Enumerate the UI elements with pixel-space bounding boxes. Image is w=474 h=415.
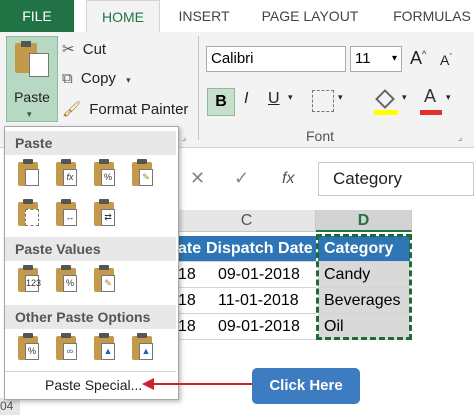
header-cell-dispatch-date[interactable]: Dispatch Date <box>204 236 316 262</box>
cut-button[interactable]: ✂ Cut <box>62 40 106 58</box>
format-painter-icon: 🖌 <box>62 101 82 118</box>
table-cell[interactable]: 18 <box>178 288 204 314</box>
font-name-value: Calibri <box>211 50 254 67</box>
cancel-icon[interactable]: ✕ <box>190 168 205 189</box>
pointer-arrow <box>142 378 252 390</box>
paste-formulas-icon[interactable]: fx <box>53 159 81 189</box>
fill-color-icon[interactable] <box>374 89 398 116</box>
cut-label: Cut <box>82 41 107 58</box>
other-paste-options-header: Other Paste Options <box>5 305 176 329</box>
table-cell[interactable]: 09-01-2018 <box>204 262 316 288</box>
copy-button[interactable]: ⧉ Copy ▾ <box>62 70 131 87</box>
chevron-down-icon[interactable]: ▾ <box>446 92 451 103</box>
paste-icon[interactable] <box>15 159 43 189</box>
page-icon <box>29 53 49 77</box>
table-cell[interactable]: 18 <box>178 262 204 288</box>
chevron-down-icon[interactable]: ▾ <box>288 92 293 103</box>
ribbon-tab-bar: FILE HOME INSERT PAGE LAYOUT FORMULAS <box>0 0 474 33</box>
paste-special-menu-item[interactable]: Paste Special... <box>45 377 142 393</box>
paste-picture-icon[interactable]: ▲ <box>91 333 119 363</box>
keep-source-formatting-icon[interactable]: ✎ <box>129 159 157 189</box>
enter-icon[interactable]: ✓ <box>234 168 249 189</box>
table-cell[interactable]: 09-01-2018 <box>204 314 316 340</box>
header-cell-partial[interactable]: ate <box>178 236 204 262</box>
insert-function-icon[interactable]: fx <box>282 170 294 188</box>
format-painter-button[interactable]: 🖌 Format Painter <box>62 100 188 118</box>
tab-insert[interactable]: INSERT <box>170 0 238 32</box>
borders-icon[interactable] <box>312 90 334 112</box>
linked-picture-icon[interactable]: ▲ <box>129 333 157 363</box>
dialog-launcher-icon[interactable]: ⌟ <box>458 132 462 143</box>
bold-button[interactable]: B <box>207 88 235 116</box>
keep-column-widths-icon[interactable]: ↔ <box>53 199 81 229</box>
no-borders-icon[interactable] <box>15 199 43 229</box>
decrease-font-icon[interactable]: Aˇ <box>440 52 452 68</box>
chevron-down-icon: ▾ <box>126 75 131 85</box>
font-size-value: 11 <box>355 50 371 67</box>
increase-font-icon[interactable]: A^ <box>410 48 426 69</box>
tab-page-layout[interactable]: PAGE LAYOUT <box>250 0 370 32</box>
dialog-launcher-icon[interactable]: ⌟ <box>182 132 186 143</box>
transpose-icon[interactable]: ⇄ <box>91 199 119 229</box>
paste-link-icon[interactable]: ∞ <box>53 333 81 363</box>
font-group-label: Font <box>306 128 335 144</box>
tab-formulas[interactable]: FORMULAS <box>386 0 474 32</box>
paste-values-icon[interactable]: 123 <box>15 265 43 295</box>
chevron-down-icon[interactable]: ▾ <box>338 92 343 103</box>
menu-divider <box>5 371 176 372</box>
paste-options-menu: Paste fx % ✎ ↔ ⇄ Paste Values 123 % ✎ Ot… <box>4 126 179 400</box>
paste-section-header: Paste <box>5 131 176 155</box>
paste-label: Paste <box>14 89 50 105</box>
copy-label: Copy <box>80 70 116 87</box>
column-header-d[interactable]: D <box>316 210 412 232</box>
row-number: 04 <box>0 398 20 415</box>
tab-home[interactable]: HOME <box>86 0 160 33</box>
underline-button[interactable]: U <box>268 90 280 108</box>
scissors-icon: ✂ <box>62 41 75 58</box>
column-header-c[interactable]: C <box>178 210 316 232</box>
paste-formatting-icon[interactable]: % <box>15 333 43 363</box>
copy-icon: ⧉ <box>62 70 73 87</box>
paste-formulas-number-format-icon[interactable]: % <box>91 159 119 189</box>
arrow-head <box>142 378 154 390</box>
chevron-down-icon: ▾ <box>27 109 32 119</box>
click-here-callout: Click Here <box>252 368 360 404</box>
font-size-combo[interactable]: 11 ▾ <box>350 46 402 72</box>
values-number-format-icon[interactable]: % <box>53 265 81 295</box>
format-painter-label: Format Painter <box>89 101 189 118</box>
font-color-icon[interactable]: A <box>420 86 442 116</box>
paste-values-header: Paste Values <box>5 237 176 261</box>
table-cell[interactable]: 11-01-2018 <box>204 288 316 314</box>
group-divider <box>198 36 199 140</box>
italic-button[interactable]: I <box>244 90 248 108</box>
paste-button[interactable]: Paste ▾ <box>6 36 58 122</box>
chevron-down-icon[interactable]: ▾ <box>402 92 407 103</box>
values-source-formatting-icon[interactable]: ✎ <box>91 265 119 295</box>
formula-input[interactable]: Category <box>318 162 474 196</box>
formula-bar: ✕ ✓ fx Category <box>178 160 474 200</box>
font-name-combo[interactable]: Calibri <box>206 46 346 72</box>
tab-file[interactable]: FILE <box>0 0 74 32</box>
chevron-down-icon: ▾ <box>391 53 397 64</box>
table-cell[interactable]: 18 <box>178 314 204 340</box>
copy-selection-border <box>316 234 412 340</box>
